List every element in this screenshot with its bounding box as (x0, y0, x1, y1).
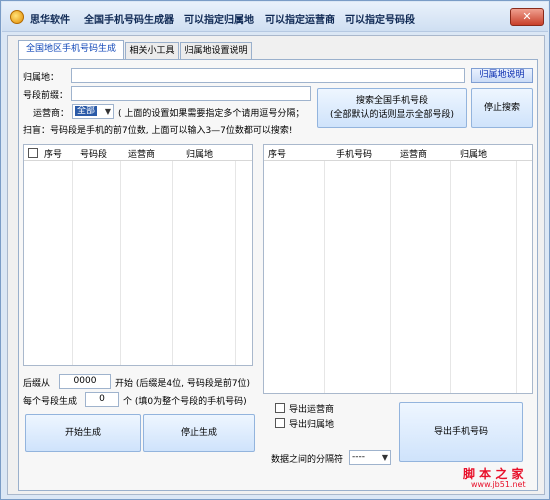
column-divider (450, 161, 451, 393)
column-divider (172, 161, 173, 365)
prefix-input[interactable] (71, 86, 311, 101)
location-label: 归属地： (23, 73, 60, 83)
title-item-location: 可以指定归属地 (184, 15, 254, 26)
export-carrier-checkbox[interactable] (275, 403, 285, 413)
column-header[interactable]: 序号 (44, 147, 62, 160)
column-divider (516, 161, 517, 393)
tab-location-help[interactable]: 归属地设置说明 (180, 42, 252, 60)
column-header[interactable]: 归属地 (186, 147, 213, 160)
tab-panel: 归属地： 归属地说明 号段前缀： 运营商： 全部 ▼ ( 上面的设置如果需要指定… (18, 59, 538, 491)
column-header[interactable]: 手机号码 (336, 147, 372, 160)
column-header[interactable]: 号码段 (80, 147, 107, 160)
app-window: 思华软件 全国手机号码生成器 可以指定归属地 可以指定运营商 可以指定号码段 ✕… (0, 0, 550, 500)
phone-number-list[interactable]: 序号 手机号码 运营商 归属地 (263, 144, 533, 394)
close-button[interactable]: ✕ (510, 8, 544, 26)
column-header[interactable]: 运营商 (128, 147, 155, 160)
tab-number-generation[interactable]: 全国地区手机号码生成 (18, 40, 124, 60)
per-segment-label: 每个号段生成 (23, 397, 78, 407)
app-name: 思华软件 (30, 15, 70, 26)
segment-list[interactable]: 序号 号码段 运营商 归属地 (23, 144, 253, 366)
app-logo-icon (10, 10, 24, 24)
title-item-carrier: 可以指定运营商 (265, 15, 335, 26)
export-numbers-button[interactable]: 导出手机号码 (399, 402, 523, 462)
per-segment-note: 个 (填0为整个号段的手机号码) (123, 397, 247, 407)
start-generate-button[interactable]: 开始生成 (25, 414, 141, 452)
prefix-label: 号段前缀： (23, 91, 69, 101)
column-header[interactable]: 运营商 (400, 147, 427, 160)
phone-list-header: 序号 手机号码 运营商 归属地 (264, 145, 532, 161)
separator-select[interactable]: ---- ▼ (349, 450, 391, 465)
carrier-label: 运营商： (33, 109, 70, 119)
stop-search-button[interactable]: 停止搜索 (471, 88, 533, 128)
export-carrier-label: 导出运营商 (289, 405, 335, 415)
export-location-checkbox[interactable] (275, 418, 285, 428)
column-divider (72, 161, 73, 365)
per-segment-input[interactable]: 0 (85, 392, 119, 407)
suffix-from-note: 开始 (后缀是4位, 号码段是前7位) (115, 379, 251, 389)
carrier-select[interactable]: 全部 ▼ (72, 104, 114, 119)
title-bar: 思华软件 全国手机号码生成器 可以指定归属地 可以指定运营商 可以指定号码段 ✕ (2, 2, 548, 32)
carrier-note: ( 上面的设置如果需要指定多个请用逗号分隔； (118, 109, 305, 119)
suffix-from-input[interactable]: 0000 (59, 374, 111, 389)
column-divider (120, 161, 121, 365)
column-header[interactable]: 归属地 (460, 147, 487, 160)
tab-tools[interactable]: 相关小工具 (125, 42, 179, 60)
title-item-generator: 全国手机号码生成器 (84, 15, 174, 26)
client-area: 全国地区手机号码生成 相关小工具 归属地设置说明 归属地： 归属地说明 号段前缀… (7, 35, 545, 495)
chevron-down-icon: ▼ (381, 453, 388, 462)
segment-list-header: 序号 号码段 运营商 归属地 (24, 145, 252, 161)
search-button-line2: (全部默认的话则显示全部号段) (329, 110, 455, 120)
watermark-url: www.jb51.net (471, 480, 526, 489)
select-all-checkbox[interactable] (28, 148, 38, 158)
search-button-line1: 搜索全国手机号段 (355, 96, 428, 106)
column-divider (235, 161, 236, 365)
hint-text: 扫盲：号码段是手机的前7位数, 上面可以输入3—7位数都可以搜索! (23, 126, 293, 136)
location-input[interactable] (71, 68, 465, 83)
column-header[interactable]: 序号 (268, 147, 286, 160)
location-help-button[interactable]: 归属地说明 (471, 68, 533, 83)
column-divider (324, 161, 325, 393)
separator-select-value: ---- (352, 452, 365, 462)
carrier-select-value: 全部 (75, 106, 98, 116)
export-location-label: 导出归属地 (289, 420, 335, 430)
column-divider (390, 161, 391, 393)
separator-label: 数据之间的分隔符 (271, 455, 344, 465)
chevron-down-icon: ▼ (104, 107, 111, 116)
suffix-from-label: 后缀从 (23, 379, 51, 389)
search-segments-button[interactable]: 搜索全国手机号段 (全部默认的话则显示全部号段) (317, 88, 467, 128)
stop-generate-button[interactable]: 停止生成 (143, 414, 255, 452)
title-item-segment: 可以指定号码段 (345, 15, 415, 26)
